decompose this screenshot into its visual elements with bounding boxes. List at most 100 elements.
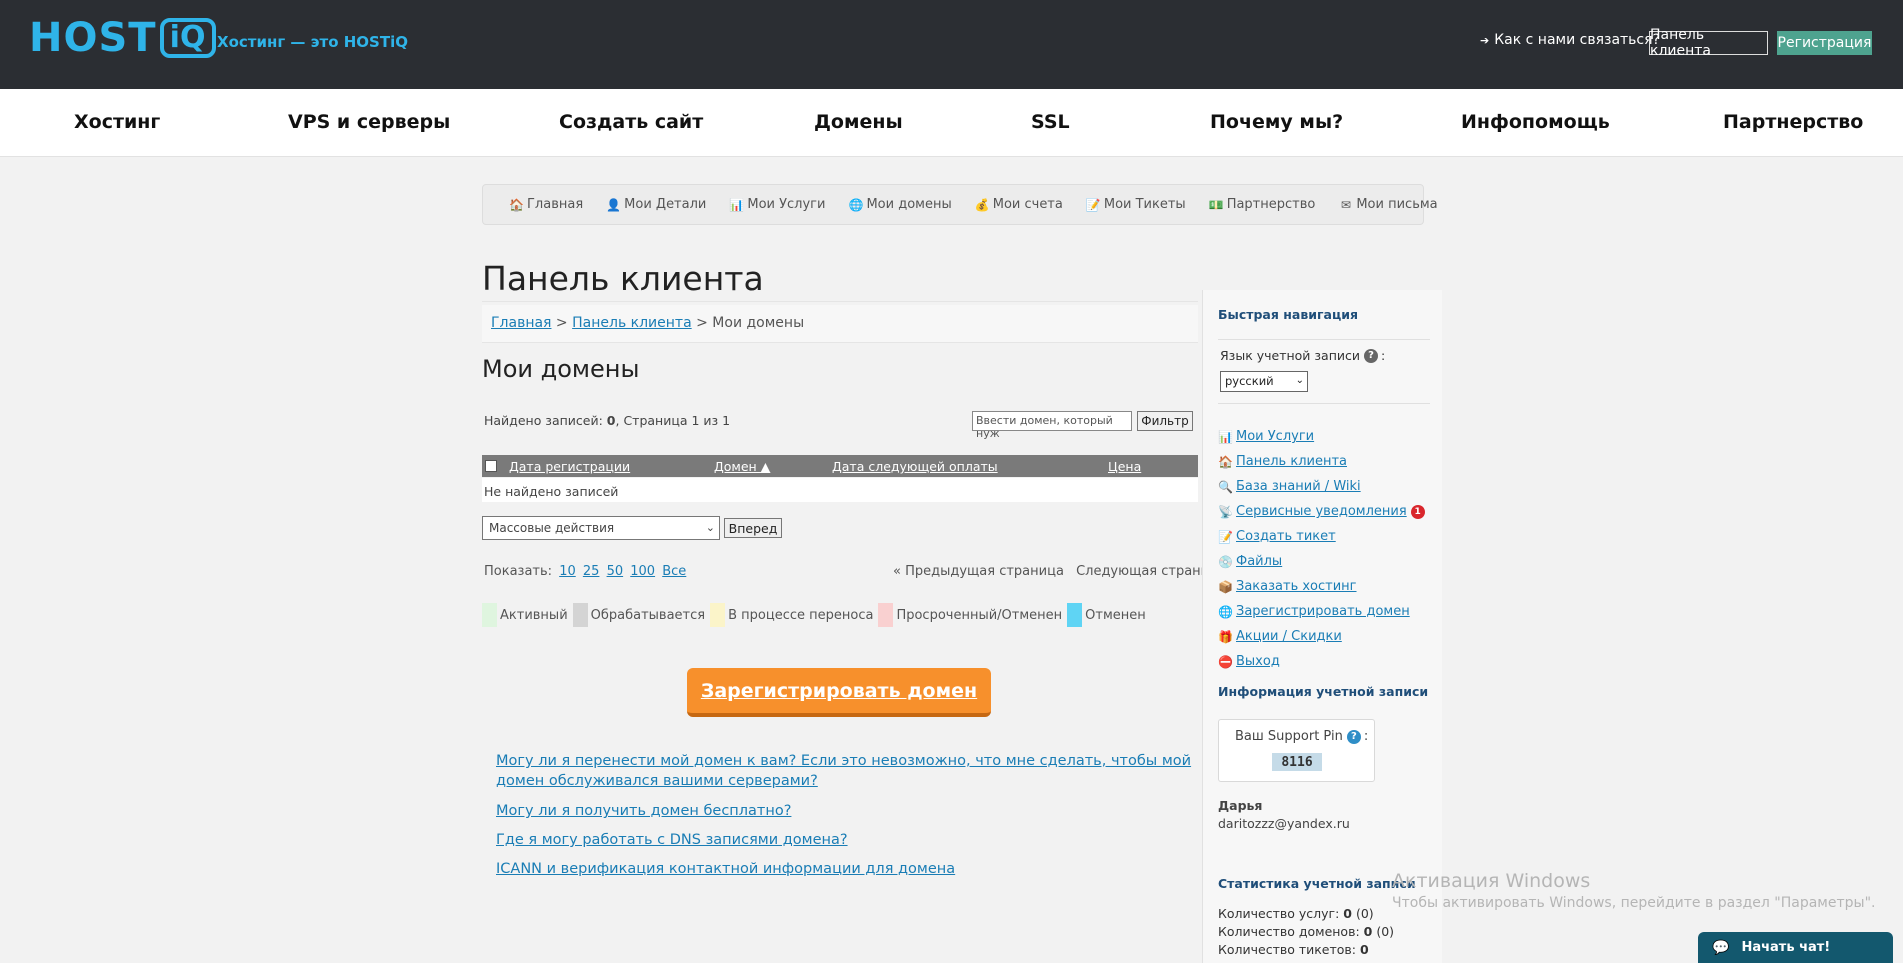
breadcrumb-home[interactable]: Главная xyxy=(491,315,551,331)
top-bar: HOST iQ Хостинг — это HOSTiQ ➔ Как с нами… xyxy=(0,0,1903,89)
subnav-partnership[interactable]: 💵 Партнерство xyxy=(1209,197,1316,212)
sidebar-item-label[interactable]: Выход xyxy=(1236,654,1280,669)
sidebar-item-create-ticket[interactable]: 📝 Создать тикет xyxy=(1218,524,1425,549)
subnav-home-label: Главная xyxy=(527,197,584,212)
sidebar-item-client-panel[interactable]: 🏠 Панель клиента xyxy=(1218,449,1425,474)
stat-value: 0 xyxy=(1343,906,1352,921)
mainnav-domains[interactable]: Домены xyxy=(814,111,903,133)
faq-link-dns[interactable]: Где я могу работать с DNS записями домен… xyxy=(496,830,1196,850)
support-pin-label: Ваш Support Pin?: xyxy=(1235,729,1368,744)
column-registration-date[interactable]: Дата регистрации xyxy=(509,459,630,474)
exit-icon: ⛔ xyxy=(1218,654,1233,669)
mainnav-vps[interactable]: VPS и серверы xyxy=(288,111,450,133)
legend-swatch-expired xyxy=(878,603,894,627)
subnav-my-services[interactable]: 📊 Мои Услуги xyxy=(729,197,825,212)
sidebar-item-label[interactable]: База знаний / Wiki xyxy=(1236,479,1361,494)
chevron-down-icon: ⌄ xyxy=(705,521,715,534)
support-pin-colon: : xyxy=(1363,729,1369,744)
faq-link-icann[interactable]: ICANN и верификация контактной информаци… xyxy=(496,859,1196,879)
contact-link[interactable]: ➔ Как с нами связаться? xyxy=(1480,32,1660,48)
subnav-my-emails[interactable]: ✉ Мои письма xyxy=(1338,197,1438,212)
sidebar-item-order-hosting[interactable]: 📦 Заказать хостинг xyxy=(1218,574,1425,599)
breadcrumb-client-panel[interactable]: Панель клиента xyxy=(572,315,692,331)
mass-actions-value: Массовые действия xyxy=(489,521,615,535)
support-pin-text: Ваш Support Pin xyxy=(1235,729,1343,744)
client-subnav: 🏠 Главная 👤 Мои Детали 📊 Мои Услуги 🌐 Мои до… xyxy=(482,184,1438,225)
sidebar-item-logout[interactable]: ⛔ Выход xyxy=(1218,649,1425,674)
sidebar-item-label[interactable]: Акции / Скидки xyxy=(1236,629,1342,644)
column-domain[interactable]: Домен ▲ xyxy=(714,459,770,474)
help-icon[interactable]: ? xyxy=(1364,348,1378,363)
subnav-partnership-label: Партнерство xyxy=(1226,197,1316,212)
mass-actions-select[interactable]: Массовые действия ⌄ xyxy=(482,516,720,540)
tagline: Хостинг — это HOSTiQ xyxy=(217,33,408,51)
faq-link-free-domain[interactable]: Могу ли я получить домен бесплатно? xyxy=(496,801,1196,821)
sidebar-item-register-domain[interactable]: 🌐 Зарегистрировать домен xyxy=(1218,599,1425,624)
domains-table-header: Дата регистрации Домен ▲ Дата следующей … xyxy=(482,455,1198,477)
subnav-my-invoices[interactable]: 💰 Мои счета xyxy=(975,197,1063,212)
language-select[interactable]: русский ⌄ xyxy=(1220,371,1308,392)
start-chat-button[interactable]: 💬 Начать чат! xyxy=(1698,932,1893,963)
sidebar-item-promotions[interactable]: 🎁 Акции / Скидки xyxy=(1218,624,1425,649)
sidebar-item-label[interactable]: Панель клиента xyxy=(1236,454,1347,469)
sidebar-item-label[interactable]: Зарегистрировать домен xyxy=(1236,604,1410,619)
user-email: daritozzz@yandex.ru xyxy=(1218,816,1350,831)
page-size-selector: Показать: 10 25 50 100 Все xyxy=(484,564,686,579)
mainnav-create-site[interactable]: Создать сайт xyxy=(559,111,703,133)
subnav-my-details[interactable]: 👤 Мои Детали xyxy=(606,197,706,212)
sidebar-item-my-services[interactable]: 📊 Мои Услуги xyxy=(1218,424,1425,449)
arrow-right-icon: ➔ xyxy=(1480,34,1490,47)
sidebar-item-label[interactable]: Создать тикет xyxy=(1236,529,1336,544)
go-button[interactable]: Вперед xyxy=(724,518,782,538)
help-icon[interactable]: ? xyxy=(1346,729,1361,744)
account-language-colon: : xyxy=(1381,348,1386,363)
page-size-10[interactable]: 10 xyxy=(559,564,576,579)
windows-activation-text: Чтобы активировать Windows, перейдите в … xyxy=(1392,895,1876,911)
mainnav-hosting[interactable]: Хостинг xyxy=(74,111,160,133)
sidebar-item-label[interactable]: Файлы xyxy=(1236,554,1282,569)
subnav-home[interactable]: 🏠 Главная xyxy=(509,197,583,212)
note-icon: 📝 xyxy=(1218,529,1233,544)
faq-link-transfer[interactable]: Могу ли я перенести мой домен к вам? Есл… xyxy=(496,751,1196,791)
bar-chart-icon: 📊 xyxy=(1218,429,1233,444)
legend-label-cancelled: Отменен xyxy=(1085,607,1146,623)
prev-page-link[interactable]: « Предыдущая страница xyxy=(893,564,1064,579)
page-size-all[interactable]: Все xyxy=(662,564,686,579)
sidebar-item-label[interactable]: Мои Услуги xyxy=(1236,429,1314,444)
register-domain-button[interactable]: Зарегистрировать домен xyxy=(687,668,991,717)
status-legend: Активный Обрабатывается В процессе перен… xyxy=(482,603,1151,627)
client-panel-button[interactable]: Панель клиента xyxy=(1649,27,1768,59)
filter-button[interactable]: Фильтр xyxy=(1137,411,1193,431)
legend-label-active: Активный xyxy=(500,607,568,623)
sidebar-item-service-notices[interactable]: 📡 Сервисные уведомления 1 xyxy=(1218,499,1425,524)
records-found-count: 0 xyxy=(606,413,616,428)
select-all-checkbox[interactable] xyxy=(485,460,497,472)
column-next-due-date[interactable]: Дата следующей оплаты xyxy=(832,459,998,474)
stat-value: 0 xyxy=(1359,942,1369,957)
sidebar-item-knowledgebase[interactable]: 🔍 База знаний / Wiki xyxy=(1218,474,1425,499)
column-price[interactable]: Цена xyxy=(1108,459,1141,474)
mainnav-partnership[interactable]: Партнерство xyxy=(1723,111,1863,133)
page-size-100[interactable]: 100 xyxy=(630,564,655,579)
legend-label-expired: Просроченный/Отменен xyxy=(896,607,1063,623)
mainnav-ssl[interactable]: SSL xyxy=(1031,111,1070,133)
logo-host-text: HOST xyxy=(29,15,157,61)
quick-nav-heading: Быстрая навигация xyxy=(1218,307,1359,322)
mainnav-infohelp[interactable]: Инфопомощь xyxy=(1461,111,1610,133)
domain-filter-input[interactable]: Ввести домен, который нуж xyxy=(972,411,1132,440)
register-button[interactable]: Регистрация xyxy=(1777,31,1872,55)
legend-swatch-active xyxy=(482,603,497,627)
disc-icon: 💿 xyxy=(1218,554,1233,569)
subnav-my-services-label: Мои Услуги xyxy=(747,197,826,212)
stat-domains: Количество доменов: 0 (0) xyxy=(1218,924,1394,939)
page-size-50[interactable]: 50 xyxy=(607,564,624,579)
sidebar-item-label[interactable]: Заказать хостинг xyxy=(1236,579,1357,594)
sidebar-item-files[interactable]: 💿 Файлы xyxy=(1218,549,1425,574)
hostiq-logo[interactable]: HOST iQ xyxy=(29,17,216,59)
subnav-my-domains[interactable]: 🌐 Мои домены xyxy=(848,197,951,212)
sidebar-item-label[interactable]: Сервисные уведомления xyxy=(1236,504,1407,519)
page-size-25[interactable]: 25 xyxy=(583,564,600,579)
box-icon: 📦 xyxy=(1218,579,1233,594)
subnav-my-tickets[interactable]: 📝 Мои Тикеты xyxy=(1086,197,1186,212)
mainnav-why-us[interactable]: Почему мы? xyxy=(1210,111,1343,133)
